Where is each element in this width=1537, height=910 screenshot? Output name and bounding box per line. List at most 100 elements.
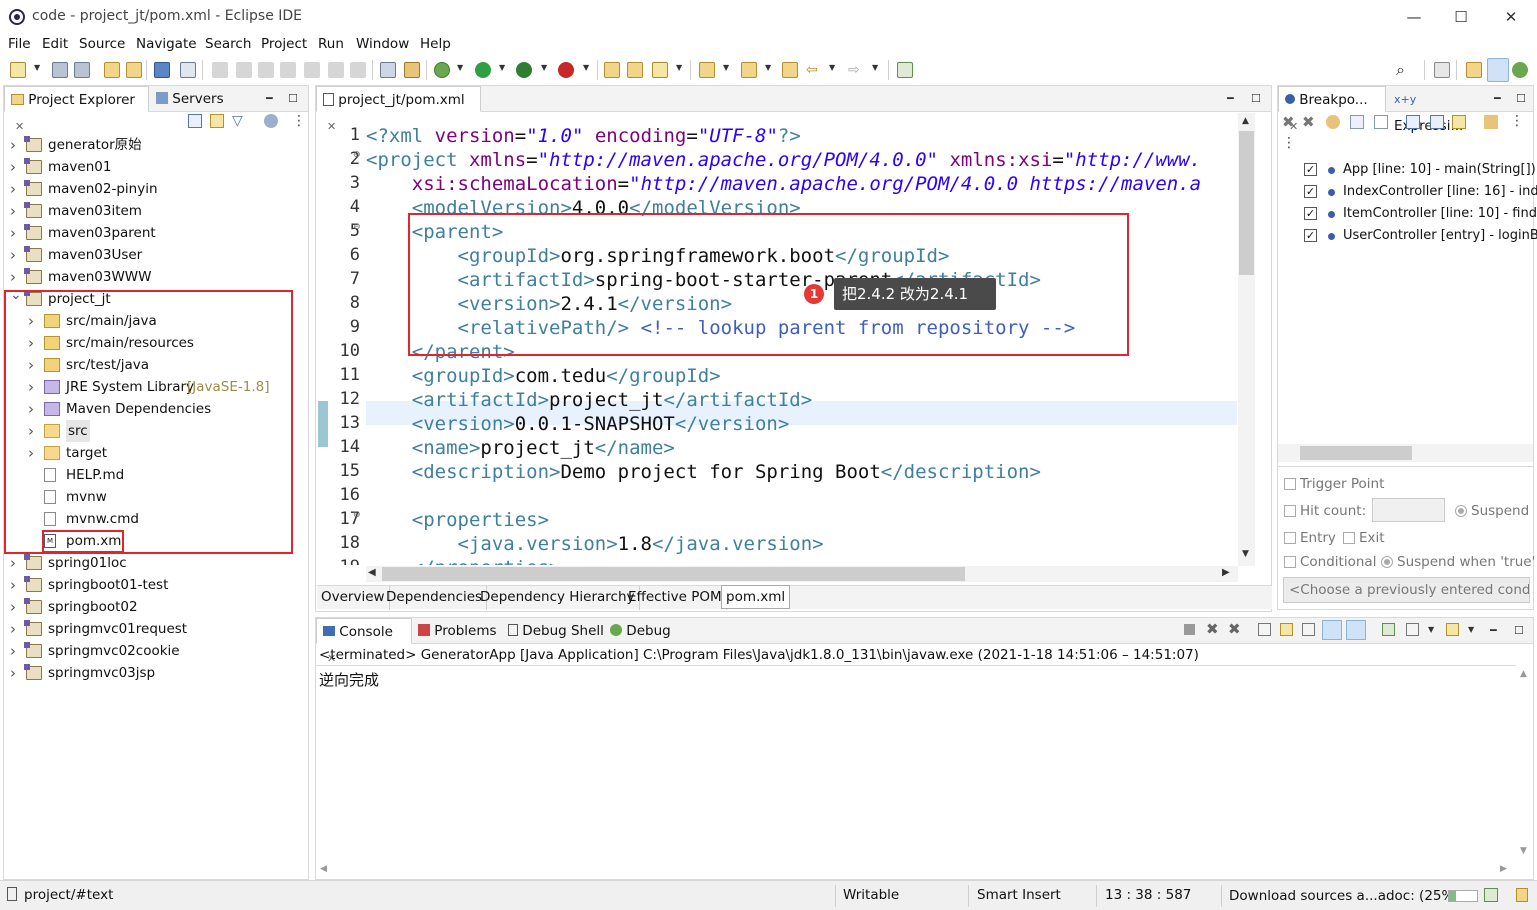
fold-collapse-icon[interactable]: ⊖ [353,150,361,160]
tab-console[interactable]: Console ✕ [316,618,412,665]
suspend-radio[interactable]: Suspend [1455,503,1529,519]
tab-debug-shell[interactable]: Debug Shell [502,618,610,644]
collapse-all-icon[interactable] [188,114,202,128]
tree-item[interactable]: › springmvc01request [4,618,309,640]
chevron-right-icon[interactable]: › [10,596,20,618]
add-java-exception-icon[interactable] [1484,115,1498,129]
view-menu-icon[interactable]: ⋮ [292,113,306,129]
clear-console-icon[interactable] [1258,623,1271,636]
menu-run[interactable]: Run [318,36,344,52]
suspend-icon[interactable] [236,62,252,78]
tab-overview[interactable]: Overview [317,586,390,610]
suspend-when-true-radio[interactable]: Suspend when 'true' [1381,554,1535,570]
trigger-point-checkbox[interactable]: Trigger Point [1284,476,1384,492]
forward-dropdown-icon[interactable]: ▼ [872,63,878,72]
open-console-dropdown-icon[interactable]: ▼ [1468,625,1474,634]
chevron-right-icon[interactable]: › [10,618,20,640]
back-arrow-icon[interactable]: ⇦ [806,62,822,78]
debug-perspective-icon[interactable] [1487,58,1509,82]
tree-item[interactable]: › generator原始 [4,134,309,156]
scroll-left-icon[interactable]: ◀ [320,864,327,874]
expand-all-icon[interactable] [1406,115,1420,129]
new-java-project-icon[interactable] [604,62,620,78]
tree-item[interactable]: › springboot01-test [4,574,309,596]
build-icon[interactable] [380,62,396,78]
tree-item[interactable]: › maven03WWW [4,266,309,288]
next-annotation-dropdown-icon[interactable]: ▼ [723,63,729,72]
minimize-view-icon[interactable]: ━ [1494,92,1501,105]
fold-collapse-icon[interactable]: ⊖ [353,222,361,232]
tab-pom-xml-source[interactable]: pom.xml [721,585,791,609]
minimize-view-icon[interactable]: ━ [266,92,273,105]
show-console-on-output-icon[interactable] [1322,620,1342,640]
scroll-right-icon[interactable]: ▶ [1500,864,1507,874]
previous-annotation-icon[interactable] [741,62,757,78]
step-into-icon[interactable] [304,62,320,78]
menu-navigate[interactable]: Navigate [136,36,197,52]
menu-help[interactable]: Help [420,36,451,52]
java-perspective-icon[interactable] [1512,62,1528,78]
menu-edit[interactable]: Edit [42,36,68,52]
tree-item[interactable]: › springmvc03jsp [4,662,309,684]
open-folder-icon[interactable] [627,62,643,78]
breakpoint-enabled-checkbox[interactable]: ✓ [1304,185,1317,198]
view-menu-icon[interactable]: ⋮ [1282,135,1296,151]
new-dropdown-icon[interactable]: ▼ [34,63,40,72]
minimize-view-icon[interactable]: ━ [1490,624,1497,637]
debug-dropdown-icon[interactable]: ▼ [457,63,463,72]
fold-collapse-icon[interactable]: ⊖ [353,510,361,520]
tab-expressions[interactable]: x+y Expressi... [1388,86,1488,134]
tree-item[interactable]: › spring01loc [4,552,309,574]
word-wrap-icon[interactable] [1302,623,1315,636]
chevron-right-icon[interactable]: › [10,552,20,574]
tab-project-explorer[interactable]: Project Explorer ✕ [4,86,149,133]
entry-checkbox[interactable]: Entry [1284,530,1336,546]
open-task-icon[interactable] [126,62,142,78]
tree-item[interactable]: › maven03User [4,244,309,266]
go-to-file-icon[interactable] [1350,115,1364,129]
close-button[interactable]: ✕ [1488,4,1534,30]
external-tools-dropdown-icon[interactable]: ▼ [583,63,589,72]
display-console-dropdown-icon[interactable]: ▼ [1428,625,1434,634]
save-all-icon[interactable] [74,62,90,78]
scroll-thumb[interactable] [1300,446,1412,460]
step-return-icon[interactable] [350,62,366,78]
chevron-right-icon[interactable]: › [10,640,20,662]
new-icon[interactable] [10,62,26,78]
chevron-right-icon[interactable]: › [10,156,20,178]
skip-breakpoints-icon[interactable] [180,62,196,78]
maximize-view-icon[interactable]: ☐ [288,92,298,105]
menu-search[interactable]: Search [205,36,251,52]
breakpoint-enabled-checkbox[interactable]: ✓ [1304,163,1317,176]
external-tools-icon[interactable] [558,62,574,78]
skip-all-icon[interactable] [1374,115,1388,129]
tab-effective-pom[interactable]: Effective POM [624,586,727,610]
tab-pom-xml[interactable]: project_jt/pom.xml ✕ [316,86,481,133]
maximize-view-icon[interactable]: ☐ [1251,92,1261,105]
maximize-view-icon[interactable]: ☐ [1514,624,1524,637]
pin-editor-icon[interactable] [897,62,913,78]
scroll-thumb[interactable] [1239,131,1254,275]
forward-arrow-icon[interactable]: ⇨ [848,62,864,78]
launch-config-icon[interactable] [404,62,420,78]
show-breakpoints-icon[interactable] [1326,115,1340,129]
scroll-right-icon[interactable]: ▶ [1222,567,1230,578]
exit-checkbox[interactable]: Exit [1343,530,1385,546]
run-dropdown-icon[interactable]: ▼ [499,63,505,72]
menu-project[interactable]: Project [261,36,307,52]
terminate-icon[interactable] [258,62,274,78]
chevron-right-icon[interactable]: › [10,134,20,156]
next-annotation-icon[interactable] [699,62,715,78]
scroll-lock-icon[interactable] [1280,623,1293,636]
menu-window[interactable]: Window [356,36,409,52]
tree-item[interactable]: › maven03item [4,200,309,222]
collapse-all-icon[interactable] [1430,115,1444,129]
chevron-right-icon[interactable]: › [10,200,20,222]
menu-file[interactable]: File [8,36,31,52]
hit-count-input[interactable] [1372,498,1445,522]
scroll-left-icon[interactable]: ◀ [368,567,376,578]
chevron-right-icon[interactable]: › [10,244,20,266]
console-output[interactable]: 逆向完成 [319,669,379,690]
scroll-up-icon[interactable]: ▲ [1242,116,1249,126]
breakpoints-hscrollbar[interactable] [1278,444,1533,462]
